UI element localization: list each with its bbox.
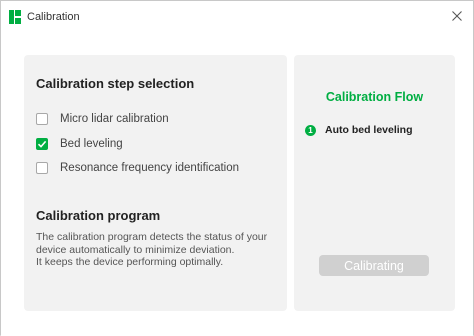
calibrating-button[interactable]: Calibrating <box>319 255 429 276</box>
description-line: The calibration program detects the stat… <box>36 231 268 256</box>
option-label: Resonance frequency identification <box>60 162 240 174</box>
calibration-window: Calibration Calibration step selection M… <box>0 0 474 336</box>
steps-section-title: Calibration step selection <box>36 76 195 91</box>
resonance-frequency-checkbox[interactable] <box>36 162 48 174</box>
step-number-badge: 1 <box>305 124 316 136</box>
option-label: Micro lidar calibration <box>60 113 169 125</box>
check-icon <box>37 140 47 148</box>
option-label: Bed leveling <box>60 138 123 150</box>
calibration-flow-panel: Calibration Flow 1 Auto bed leveling Cal… <box>294 55 455 311</box>
option-bed-leveling[interactable]: Bed leveling <box>36 136 123 152</box>
calibration-steps-panel: Calibration step selection Micro lidar c… <box>24 55 287 311</box>
flow-title: Calibration Flow <box>325 90 424 104</box>
program-description: The calibration program detects the stat… <box>36 231 276 269</box>
title-bar: Calibration <box>1 1 473 33</box>
step-label: Auto bed leveling <box>325 124 413 136</box>
option-micro-lidar[interactable]: Micro lidar calibration <box>36 111 169 127</box>
window-title: Calibration <box>27 11 80 23</box>
app-logo-icon <box>9 10 21 24</box>
close-icon <box>452 8 462 26</box>
micro-lidar-checkbox[interactable] <box>36 113 48 125</box>
program-section-title: Calibration program <box>36 208 161 223</box>
close-button[interactable] <box>445 5 469 29</box>
option-resonance-frequency[interactable]: Resonance frequency identification <box>36 160 239 176</box>
bed-leveling-checkbox[interactable] <box>36 138 48 150</box>
description-line: It keeps the device performing optimally… <box>36 256 224 269</box>
dialog-body: Calibration step selection Micro lidar c… <box>1 33 473 336</box>
flow-step: 1 Auto bed leveling <box>305 124 413 136</box>
